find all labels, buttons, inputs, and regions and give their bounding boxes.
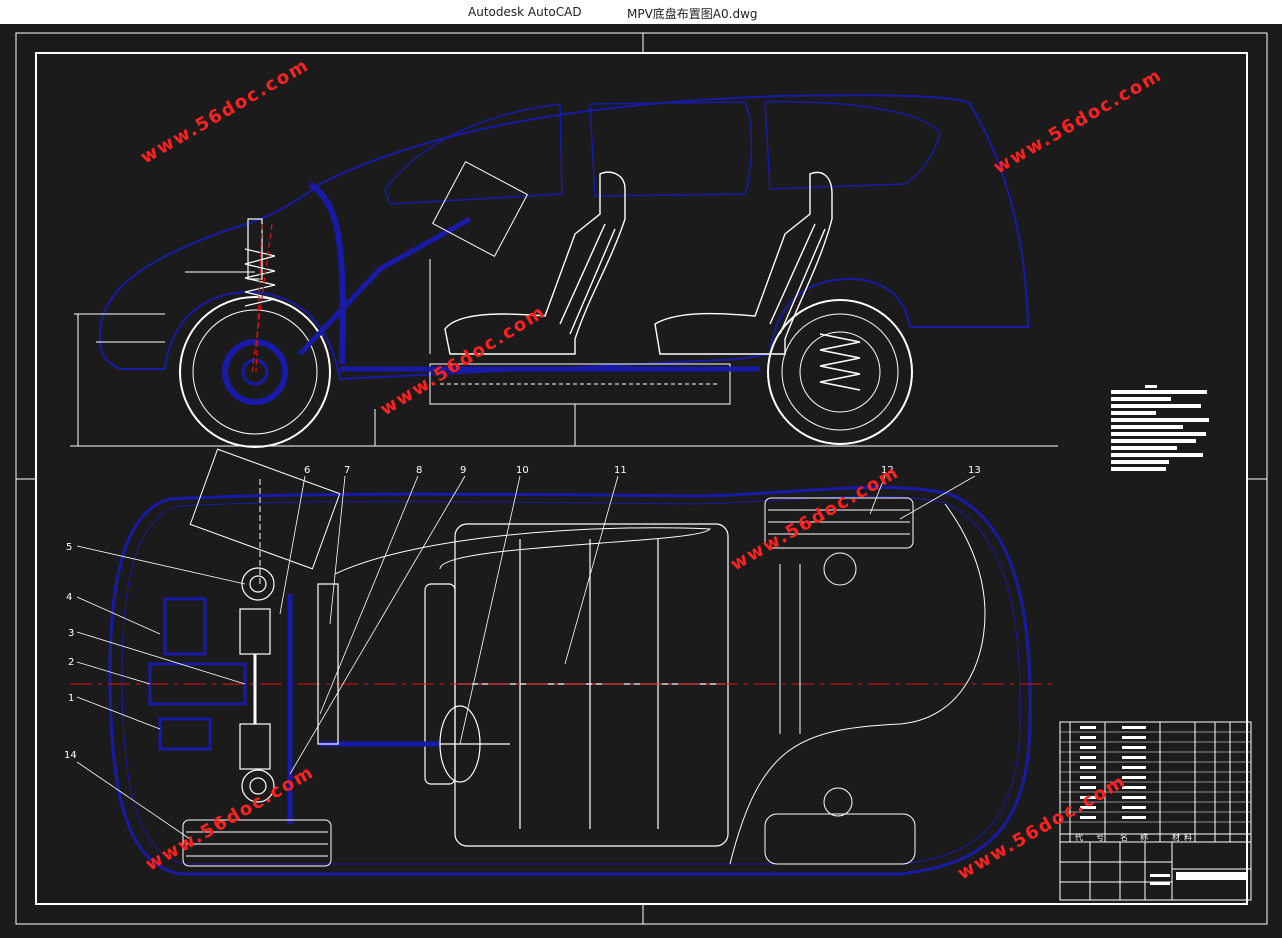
- rear-window: [764, 101, 941, 190]
- balloon-7: 7: [344, 465, 350, 476]
- balloon-1: 1: [68, 693, 74, 704]
- steering-wheel-top: [439, 705, 510, 783]
- tb-header-1: 代: [1075, 832, 1083, 842]
- top-view: 1 2 3 4 5 6 7 8 9 10 11 12 13 14: [64, 448, 1055, 876]
- tb-header-3: 名: [1120, 832, 1128, 842]
- drawing-frame: [15, 32, 1268, 925]
- rear-wheel-side: [767, 299, 913, 445]
- window-title-bar: Autodesk AutoCAD MPV底盘布置图A0.dwg: [0, 0, 1282, 24]
- balloon-3: 3: [68, 628, 74, 639]
- watermark-1: www.56doc.com: [137, 55, 313, 169]
- balloon-13: 13: [968, 465, 981, 476]
- steering-column: [298, 216, 472, 356]
- balloon-4: 4: [66, 592, 72, 603]
- rear-spring: [819, 333, 861, 391]
- middle-window: [589, 101, 753, 197]
- front-tire-top: [189, 448, 341, 584]
- tb-header-2: 号: [1096, 833, 1104, 842]
- tb-header-5: 材: [1172, 832, 1180, 842]
- balloon-9: 9: [460, 465, 466, 476]
- rear-seat: [654, 171, 833, 355]
- balloon-11: 11: [614, 465, 627, 476]
- drawing-canvas[interactable]: 1 2 3 4 5 6 7 8 9 10 11 12 13 14 代 号 名 称…: [0, 24, 1282, 938]
- balloon-2: 2: [68, 657, 74, 668]
- balloon-10: 10: [516, 465, 529, 476]
- watermark-4: www.56doc.com: [727, 462, 903, 576]
- drawing-svg[interactable]: 1 2 3 4 5 6 7 8 9 10 11 12 13 14 代 号 名 称…: [0, 24, 1282, 938]
- balloon-6: 6: [304, 465, 310, 476]
- balloon-8: 8: [416, 465, 422, 476]
- leader-lines: [76, 475, 976, 840]
- tb-header-4: 称: [1140, 832, 1148, 842]
- technical-notes: [1111, 385, 1209, 471]
- front-wheel-side: [179, 296, 331, 448]
- file-name: MPV底盘布置图A0.dwg: [627, 7, 758, 21]
- balloon-14: 14: [64, 750, 77, 761]
- tb-header-6: 料: [1184, 832, 1192, 842]
- battery-pack: [424, 523, 729, 847]
- body-outline-side: [98, 94, 1029, 381]
- watermark-2: www.56doc.com: [990, 65, 1166, 179]
- app-name: Autodesk AutoCAD: [468, 5, 582, 19]
- balloon-5: 5: [66, 542, 72, 553]
- watermark-6: www.56doc.com: [954, 771, 1130, 885]
